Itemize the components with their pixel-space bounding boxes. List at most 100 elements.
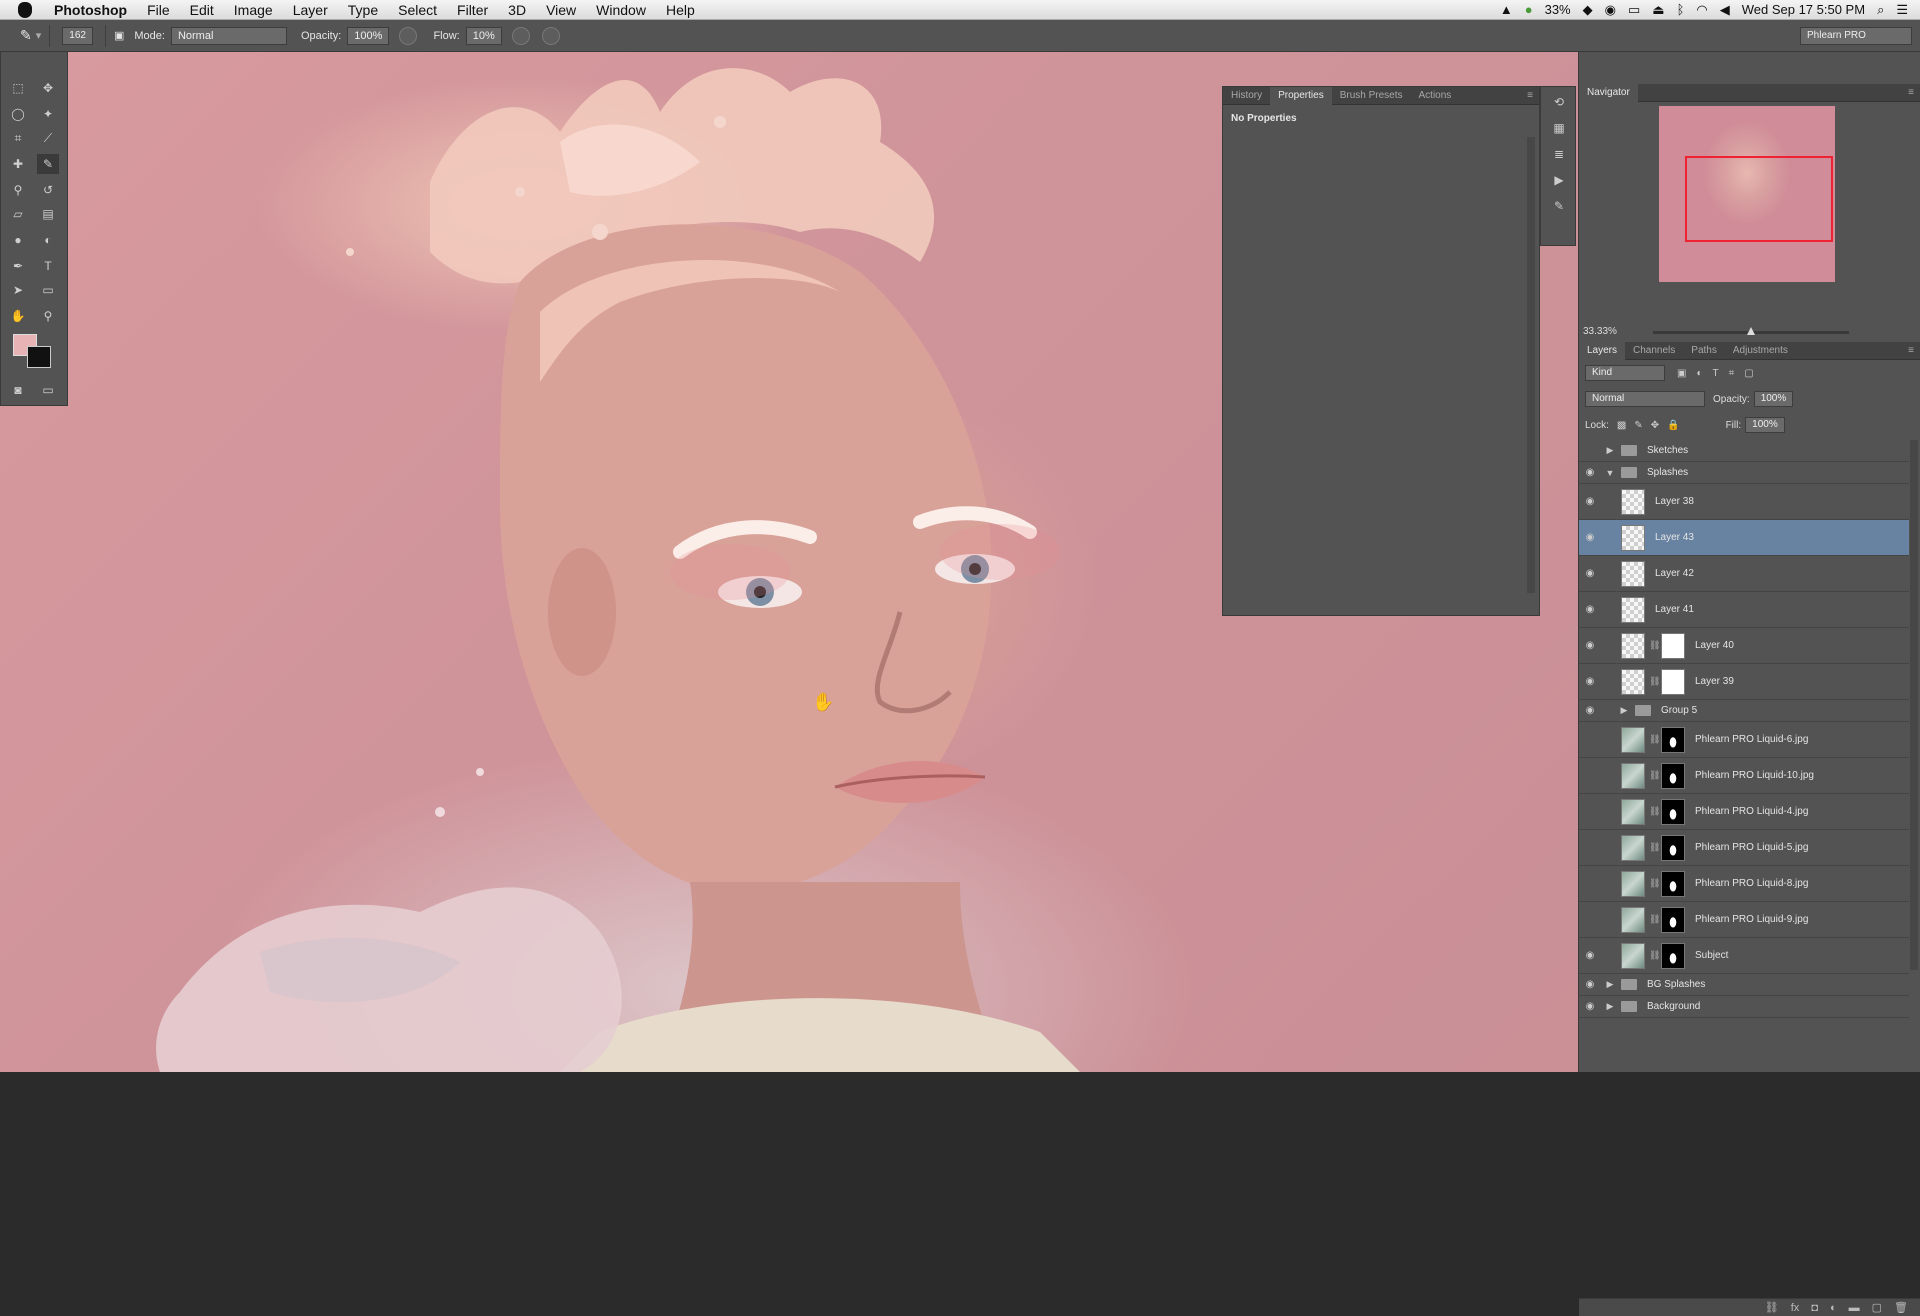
- visibility-eye-icon[interactable]: ◉: [1579, 979, 1601, 990]
- gradient-tool-icon[interactable]: ▤: [37, 204, 59, 224]
- history-icon[interactable]: ⟲: [1549, 95, 1569, 113]
- pressure-opacity-icon[interactable]: [399, 26, 418, 45]
- layer-row[interactable]: ⛓ Phlearn PRO Liquid-9.jpg: [1579, 902, 1909, 938]
- menu-3d[interactable]: 3D: [498, 2, 536, 18]
- visibility-eye-icon[interactable]: ◉: [1579, 496, 1601, 507]
- layer-row[interactable]: ◉ ⛓ Subject: [1579, 938, 1909, 974]
- layer-row[interactable]: ⛓ Phlearn PRO Liquid-8.jpg: [1579, 866, 1909, 902]
- visibility-eye-icon[interactable]: ◉: [1579, 532, 1601, 543]
- visibility-eye-icon[interactable]: ◉: [1579, 568, 1601, 579]
- add-mask-icon[interactable]: ◘: [1811, 1302, 1818, 1314]
- filter-type-icons[interactable]: ▣◐T⌗▢: [1677, 368, 1764, 379]
- link-layers-icon[interactable]: ⛓: [1765, 1301, 1779, 1314]
- eyedropper-tool-icon[interactable]: ⟋: [37, 128, 59, 148]
- mask-link-icon[interactable]: ⛓: [1649, 806, 1660, 817]
- navigator-view-box[interactable]: [1685, 156, 1833, 242]
- layer-mask-thumbnail[interactable]: [1661, 762, 1685, 789]
- layer-row[interactable]: ⛓ Phlearn PRO Liquid-4.jpg: [1579, 794, 1909, 830]
- zoom-tool-icon[interactable]: ⚲: [37, 306, 59, 326]
- kind-filter-select[interactable]: Kind: [1585, 365, 1665, 381]
- rectangle-tool-icon[interactable]: ▭: [37, 280, 59, 300]
- eject-icon[interactable]: ⏏: [1652, 2, 1664, 18]
- airplay-icon[interactable]: ▭: [1628, 2, 1640, 18]
- actions-play-icon[interactable]: ▶: [1549, 173, 1569, 191]
- menu-window[interactable]: Window: [586, 2, 656, 18]
- drive-icon[interactable]: ▲: [1500, 2, 1513, 17]
- lasso-tool-icon[interactable]: ◯: [7, 104, 29, 124]
- menu-image[interactable]: Image: [224, 2, 283, 18]
- visibility-eye-icon[interactable]: ◉: [1579, 950, 1601, 961]
- new-group-icon[interactable]: ▬: [1849, 1302, 1860, 1314]
- search-icon[interactable]: ⌕: [1877, 2, 1884, 18]
- layer-group-row[interactable]: ◉ ▶ BG Splashes: [1579, 974, 1909, 996]
- crop-tool-icon[interactable]: ⌗: [7, 128, 29, 148]
- menu-help[interactable]: Help: [656, 2, 705, 18]
- dodge-tool-icon[interactable]: ◐: [37, 230, 59, 250]
- layer-row[interactable]: ◉ ⛓ Layer 40: [1579, 628, 1909, 664]
- tab-adjustments[interactable]: Adjustments: [1725, 342, 1796, 360]
- mask-link-icon[interactable]: ⛓: [1649, 770, 1660, 781]
- expand-down-icon[interactable]: ▼: [1605, 468, 1615, 478]
- expand-right-icon[interactable]: ▶: [1605, 445, 1615, 456]
- clock[interactable]: Wed Sep 17 5:50 PM: [1742, 2, 1865, 17]
- layer-mask-thumbnail[interactable]: [1661, 726, 1685, 753]
- layer-mask-thumbnail[interactable]: [1661, 834, 1685, 861]
- fill-input[interactable]: 100%: [1745, 417, 1785, 433]
- properties-scrollbar[interactable]: [1527, 137, 1535, 593]
- flow-input[interactable]: 10%: [465, 26, 502, 45]
- background-color-swatch[interactable]: [27, 346, 51, 368]
- layer-thumbnail[interactable]: [1621, 942, 1645, 969]
- visibility-eye-icon[interactable]: ◉: [1579, 467, 1601, 478]
- tab-brush-presets[interactable]: Brush Presets: [1332, 87, 1411, 105]
- dropbox-icon[interactable]: ◆: [1583, 2, 1593, 18]
- layer-group-row[interactable]: ◉ ▶ Group 5: [1579, 700, 1909, 722]
- layer-opacity-input[interactable]: 100%: [1753, 391, 1794, 407]
- layer-mask-thumbnail[interactable]: [1661, 942, 1685, 969]
- layer-mask-thumbnail[interactable]: [1661, 668, 1685, 695]
- eraser-tool-icon[interactable]: ▱: [7, 204, 29, 224]
- mode-select[interactable]: Normal: [170, 26, 287, 45]
- layer-row[interactable]: ◉ Layer 38: [1579, 484, 1909, 520]
- mask-link-icon[interactable]: ⛓: [1649, 640, 1660, 651]
- layer-thumbnail[interactable]: [1621, 834, 1645, 861]
- lock-icons[interactable]: ▩✎✥🔒: [1617, 420, 1688, 431]
- tab-actions[interactable]: Actions: [1411, 87, 1460, 105]
- layer-row[interactable]: ◉ ⛓ Layer 39: [1579, 664, 1909, 700]
- tab-navigator[interactable]: Navigator: [1579, 83, 1638, 102]
- apple-icon[interactable]: [18, 1, 32, 18]
- layer-row[interactable]: ⛓ Phlearn PRO Liquid-6.jpg: [1579, 722, 1909, 758]
- clone-stamp-tool-icon[interactable]: ⚲: [7, 180, 29, 200]
- mask-link-icon[interactable]: ⛓: [1649, 950, 1660, 961]
- menu-select[interactable]: Select: [388, 2, 447, 18]
- layer-thumbnail[interactable]: [1621, 524, 1645, 551]
- notifications-icon[interactable]: ☰: [1896, 2, 1908, 18]
- bluetooth-icon[interactable]: ᛒ: [1677, 2, 1685, 17]
- visibility-eye-icon[interactable]: ◉: [1579, 640, 1601, 651]
- brush-tool-icon[interactable]: ✎: [37, 154, 59, 174]
- workspace-select[interactable]: Phlearn PRO: [1800, 26, 1912, 45]
- quick-mask-icon[interactable]: ◙: [7, 380, 29, 400]
- wifi-icon[interactable]: ◠: [1696, 2, 1707, 18]
- layer-row[interactable]: ◉ Layer 41: [1579, 592, 1909, 628]
- layer-thumbnail[interactable]: [1621, 906, 1645, 933]
- layers-scrollbar[interactable]: [1910, 440, 1918, 970]
- layer-thumbnail[interactable]: [1621, 596, 1645, 623]
- layer-mask-thumbnail[interactable]: [1661, 870, 1685, 897]
- layer-thumbnail[interactable]: [1621, 632, 1645, 659]
- mask-link-icon[interactable]: ⛓: [1649, 842, 1660, 853]
- panel-menu-icon[interactable]: ≡: [1908, 345, 1920, 356]
- layer-thumbnail[interactable]: [1621, 668, 1645, 695]
- brush-tool-icon[interactable]: ✎: [20, 27, 32, 44]
- mask-link-icon[interactable]: ⛓: [1649, 914, 1660, 925]
- layer-thumbnail[interactable]: [1621, 762, 1645, 789]
- layer-row[interactable]: ⛓ Phlearn PRO Liquid-10.jpg: [1579, 758, 1909, 794]
- navigator-zoom-value[interactable]: 33.33%: [1583, 326, 1617, 337]
- layer-thumbnail[interactable]: [1621, 488, 1645, 515]
- panel-menu-icon[interactable]: ≡: [1908, 87, 1920, 98]
- pen-tool-icon[interactable]: ✒: [7, 256, 29, 276]
- tool-preset-arrow-icon[interactable]: ▾: [36, 29, 42, 42]
- layer-group-row[interactable]: ◉ ▶ Background: [1579, 996, 1909, 1018]
- magic-wand-tool-icon[interactable]: ✦: [37, 104, 59, 124]
- expand-right-icon[interactable]: ▶: [1605, 1001, 1615, 1012]
- panel-menu-icon[interactable]: ≡: [1527, 90, 1539, 101]
